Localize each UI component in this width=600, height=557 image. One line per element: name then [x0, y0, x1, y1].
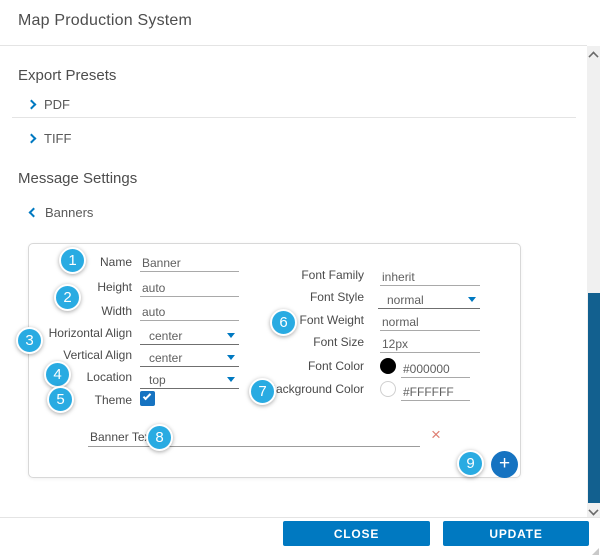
preset-item-tiff[interactable]: TIFF — [28, 129, 71, 147]
font-style-label: Font Style — [230, 290, 364, 304]
font-color-label: Font Color — [230, 359, 364, 373]
font-color-swatch[interactable] — [380, 358, 396, 374]
font-color-value: #000000 — [403, 362, 450, 376]
height-input[interactable]: auto — [140, 279, 239, 297]
font-family-label: Font Family — [230, 268, 364, 282]
annotation-badge-5: 5 — [47, 386, 74, 413]
footer-divider — [0, 517, 600, 518]
annotation-badge-2: 2 — [54, 284, 81, 311]
chevron-left-icon — [29, 207, 39, 217]
preset-item-pdf[interactable]: PDF — [28, 95, 70, 113]
map-production-dialog: Map Production System Export Presets PDF… — [0, 0, 600, 557]
annotation-badge-6: 6 — [270, 309, 297, 336]
preset-label: TIFF — [44, 131, 71, 146]
font-size-input[interactable]: 12px — [380, 335, 480, 353]
location-value: top — [149, 373, 166, 387]
export-presets-heading: Export Presets — [18, 67, 116, 84]
theme-label: Theme — [30, 393, 132, 407]
font-style-select[interactable]: normal — [378, 291, 480, 309]
horizontal-align-select[interactable]: center — [140, 327, 239, 345]
caret-down-icon — [468, 297, 476, 302]
annotation-badge-7: 7 — [249, 378, 276, 405]
horizontal-align-value: center — [149, 329, 182, 343]
font-family-value: inherit — [382, 270, 415, 284]
font-weight-input[interactable]: normal — [380, 313, 480, 331]
font-style-value: normal — [387, 293, 424, 307]
annotation-badge-3: 3 — [16, 327, 43, 354]
font-weight-value: normal — [382, 315, 419, 329]
horizontal-align-label: Horizontal Align — [30, 326, 132, 340]
vertical-align-select[interactable]: center — [140, 349, 239, 367]
location-select[interactable]: top — [140, 371, 239, 389]
scrollbar-thumb[interactable] — [588, 293, 600, 503]
chevron-right-icon — [27, 99, 37, 109]
height-label: Height — [30, 280, 132, 294]
back-label: Banners — [45, 205, 93, 220]
background-color-swatch[interactable] — [380, 381, 396, 397]
height-value: auto — [142, 281, 165, 295]
annotation-badge-9: 9 — [457, 450, 484, 477]
add-banner-button[interactable]: + — [491, 451, 518, 478]
annotation-badge-8: 8 — [146, 424, 173, 451]
annotation-badge-4: 4 — [44, 361, 71, 388]
width-input[interactable]: auto — [140, 303, 239, 321]
name-input[interactable]: Banner — [140, 254, 239, 272]
vertical-align-value: center — [149, 351, 182, 365]
name-value: Banner — [142, 256, 181, 270]
resize-handle-icon[interactable] — [592, 548, 599, 555]
chevron-right-icon — [27, 133, 37, 143]
header-divider — [0, 45, 587, 46]
remove-banner-icon[interactable]: × — [427, 426, 445, 444]
back-to-banners[interactable]: Banners — [30, 204, 93, 220]
message-settings-heading: Message Settings — [18, 170, 137, 187]
font-size-label: Font Size — [230, 335, 364, 349]
dialog-title: Map Production System — [18, 12, 192, 30]
banner-text-input[interactable] — [88, 429, 420, 447]
width-value: auto — [142, 305, 165, 319]
annotation-badge-1: 1 — [59, 247, 86, 274]
update-button[interactable]: UPDATE — [443, 521, 589, 546]
font-family-input[interactable]: inherit — [380, 268, 480, 286]
close-button[interactable]: CLOSE — [283, 521, 430, 546]
check-icon — [143, 392, 151, 400]
background-color-input[interactable]: #FFFFFF — [401, 383, 470, 401]
font-color-input[interactable]: #000000 — [401, 360, 470, 378]
font-size-value: 12px — [382, 337, 408, 351]
font-weight-label: Font Weight — [230, 313, 364, 327]
vertical-align-label: Vertical Align — [30, 348, 132, 362]
preset-label: PDF — [44, 97, 70, 112]
background-color-value: #FFFFFF — [403, 385, 454, 399]
width-label: Width — [30, 304, 132, 318]
theme-checkbox[interactable] — [140, 391, 155, 406]
preset-divider — [12, 117, 576, 118]
